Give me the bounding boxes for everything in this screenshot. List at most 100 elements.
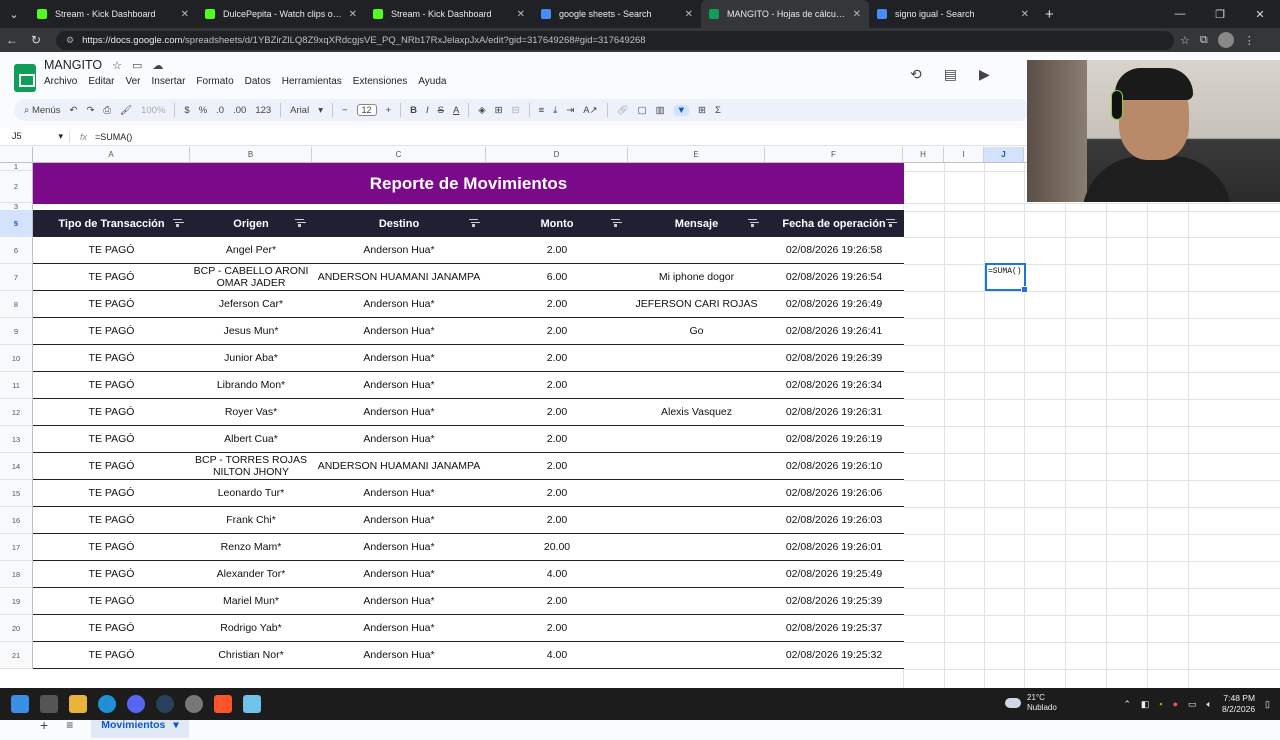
discord-icon[interactable] [127, 695, 145, 713]
row-header[interactable]: 2 [0, 171, 33, 203]
table-cell[interactable]: TE PAGÓ [33, 237, 190, 263]
table-cell[interactable]: 02/08/2026 19:26:19 [765, 426, 903, 452]
select-all-corner[interactable] [0, 147, 33, 163]
filter-dropdown-icon[interactable] [748, 219, 757, 227]
table-cell[interactable]: Anderson Hua* [312, 399, 486, 425]
tray-app-icon[interactable]: ◧ [1141, 699, 1150, 710]
table-cell[interactable]: Anderson Hua* [312, 426, 486, 452]
browser-tab[interactable]: google sheets - Search ✕ [533, 0, 701, 28]
report-title-banner[interactable]: Reporte de Movimientos [33, 163, 904, 204]
table-cell[interactable]: TE PAGÓ [33, 264, 190, 290]
comments-icon[interactable]: ▤ [944, 66, 957, 83]
windows-start-icon[interactable] [11, 695, 29, 713]
table-cell[interactable]: Anderson Hua* [312, 345, 486, 371]
row-header[interactable]: 21 [0, 642, 33, 669]
site-info-icon[interactable]: ⚙ [66, 35, 74, 46]
file-explorer-icon[interactable] [69, 695, 87, 713]
text-color-icon[interactable]: A [453, 105, 459, 116]
table-cell[interactable] [628, 561, 765, 587]
table-cell[interactable]: 02/08/2026 19:25:39 [765, 588, 903, 614]
url-field[interactable]: ⚙ https://docs.google.com/spreadsheets/d… [56, 30, 1174, 50]
table-cell[interactable]: TE PAGÓ [33, 480, 190, 506]
table-header-cell[interactable]: Mensaje [628, 210, 765, 237]
minimize-icon[interactable]: — [1160, 8, 1200, 20]
zoom-select[interactable]: 100% [141, 105, 165, 116]
column-header[interactable]: C [312, 147, 486, 163]
tab-close-icon[interactable]: ✕ [181, 9, 189, 20]
merge-cells-icon[interactable]: ⊟ [512, 105, 520, 116]
table-cell[interactable]: 02/08/2026 19:25:37 [765, 615, 903, 641]
table-cell[interactable]: 02/08/2026 19:26:58 [765, 237, 903, 263]
table-cell[interactable]: 2.00 [486, 453, 628, 479]
table-cell[interactable] [628, 480, 765, 506]
table-cell[interactable]: 2.00 [486, 426, 628, 452]
table-cell[interactable]: TE PAGÓ [33, 426, 190, 452]
table-cell[interactable] [628, 372, 765, 398]
table-cell[interactable]: TE PAGÓ [33, 642, 190, 668]
table-cell[interactable] [628, 615, 765, 641]
table-cell[interactable]: Anderson Hua* [312, 642, 486, 668]
row-header[interactable]: 18 [0, 561, 33, 588]
row-header[interactable]: 17 [0, 534, 33, 561]
new-tab-plus-icon[interactable]: + [1045, 6, 1054, 23]
align-horizontal-icon[interactable]: ≡ [539, 105, 545, 116]
table-cell[interactable] [628, 642, 765, 668]
strikethrough-icon[interactable]: S [438, 105, 444, 116]
table-cell[interactable]: Anderson Hua* [312, 372, 486, 398]
table-cell[interactable]: ANDERSON HUAMANI JANAMPA [312, 264, 486, 290]
functions-icon[interactable]: Σ [715, 105, 721, 116]
row-header[interactable]: 15 [0, 480, 33, 507]
table-cell[interactable]: 02/08/2026 19:26:54 [765, 264, 903, 290]
insert-comment-icon[interactable]: ▢ [638, 105, 647, 116]
formula-input[interactable]: =SUMA() [95, 132, 132, 142]
reload-icon[interactable]: ↻ [24, 33, 48, 47]
table-cell[interactable]: 02/08/2026 19:26:39 [765, 345, 903, 371]
row-header[interactable]: 6 [0, 237, 33, 264]
table-cell[interactable]: TE PAGÓ [33, 507, 190, 533]
edge-icon[interactable] [98, 695, 116, 713]
table-cell[interactable]: Librando Mon* [190, 372, 312, 398]
table-header-cell[interactable]: Monto [486, 210, 628, 237]
tab-search-chevron-icon[interactable]: ⌄ [3, 3, 25, 25]
table-cell[interactable]: 20.00 [486, 534, 628, 560]
filter-dropdown-icon[interactable] [295, 219, 304, 227]
menu-item[interactable]: Herramientas [282, 76, 342, 87]
font-size-decrease-icon[interactable]: − [342, 105, 348, 116]
nvidia-icon[interactable]: ▪ [1159, 699, 1162, 709]
clock[interactable]: 7:48 PM 8/2/2026 [1222, 693, 1255, 715]
version-history-icon[interactable]: ⟲ [910, 66, 922, 83]
meet-video-icon[interactable]: ▶ [979, 66, 990, 83]
table-cell[interactable]: TE PAGÓ [33, 588, 190, 614]
table-cell[interactable]: TE PAGÓ [33, 615, 190, 641]
table-cell[interactable]: Mi iphone dogor [628, 264, 765, 290]
row-header[interactable]: 14 [0, 453, 33, 480]
browser-menu-icon[interactable]: ⋮ [1244, 34, 1255, 47]
table-cell[interactable]: JEFERSON CARI ROJAS [628, 291, 765, 317]
table-header-cell[interactable]: Fecha de operación [765, 210, 903, 237]
search-menus[interactable]: ⌕ Menús [24, 105, 60, 116]
table-cell[interactable]: Albert Cua* [190, 426, 312, 452]
font-size-input[interactable]: 12 [356, 104, 377, 116]
tab-close-icon[interactable]: ✕ [1021, 9, 1029, 20]
table-cell[interactable]: Anderson Hua* [312, 318, 486, 344]
bold-icon[interactable]: B [410, 105, 417, 116]
tab-close-icon[interactable]: ✕ [853, 9, 861, 20]
table-cell[interactable]: TE PAGÓ [33, 345, 190, 371]
task-view-icon[interactable] [40, 695, 58, 713]
fill-color-icon[interactable]: ◈ [478, 105, 485, 116]
table-cell[interactable]: TE PAGÓ [33, 399, 190, 425]
menu-item[interactable]: Extensiones [353, 76, 407, 87]
table-cell[interactable]: 02/08/2026 19:25:32 [765, 642, 903, 668]
filter-dropdown-icon[interactable] [886, 219, 895, 227]
column-header[interactable]: I [944, 147, 984, 163]
table-cell[interactable]: TE PAGÓ [33, 453, 190, 479]
cloud-status-icon[interactable]: ☁ [152, 59, 163, 72]
column-header[interactable]: A [33, 147, 190, 163]
table-cell[interactable]: 02/08/2026 19:26:06 [765, 480, 903, 506]
sheets-logo-icon[interactable] [14, 64, 36, 92]
all-sheets-icon[interactable]: ≡ [66, 718, 73, 732]
table-cell[interactable]: 2.00 [486, 507, 628, 533]
tab-close-icon[interactable]: ✕ [685, 9, 693, 20]
align-vertical-icon[interactable]: ⤓ [553, 105, 557, 116]
table-cell[interactable] [628, 237, 765, 263]
